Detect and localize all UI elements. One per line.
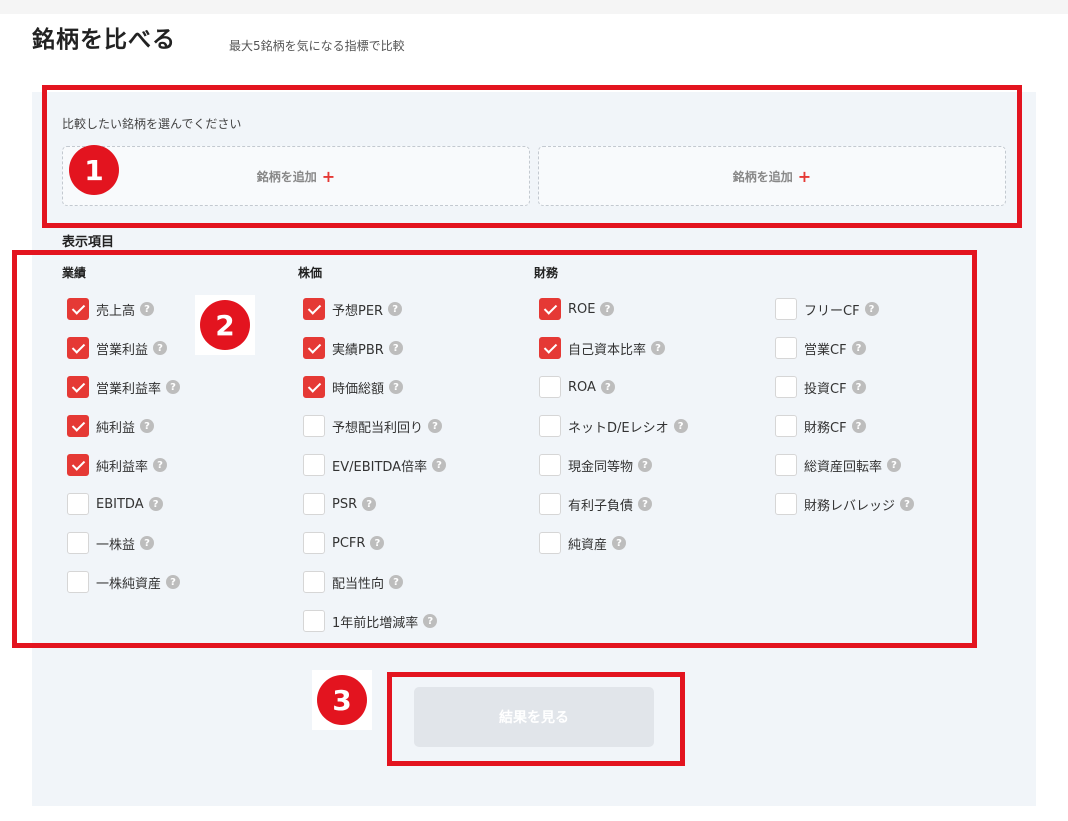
annotation-badge-3: 3 xyxy=(312,670,372,730)
annotation-badge-2: 2 xyxy=(195,295,255,355)
page-title: 銘柄を比べる xyxy=(32,27,176,53)
display-items-heading: 表示項目 xyxy=(62,235,115,250)
highlight-box-3 xyxy=(387,672,685,766)
top-bar xyxy=(0,0,1068,14)
annotation-badge-1: 1 xyxy=(64,140,124,200)
highlight-box-2 xyxy=(12,250,977,648)
page-subtitle: 最大5銘柄を気になる指標で比較 xyxy=(229,39,405,53)
highlight-box-1 xyxy=(42,85,1022,228)
